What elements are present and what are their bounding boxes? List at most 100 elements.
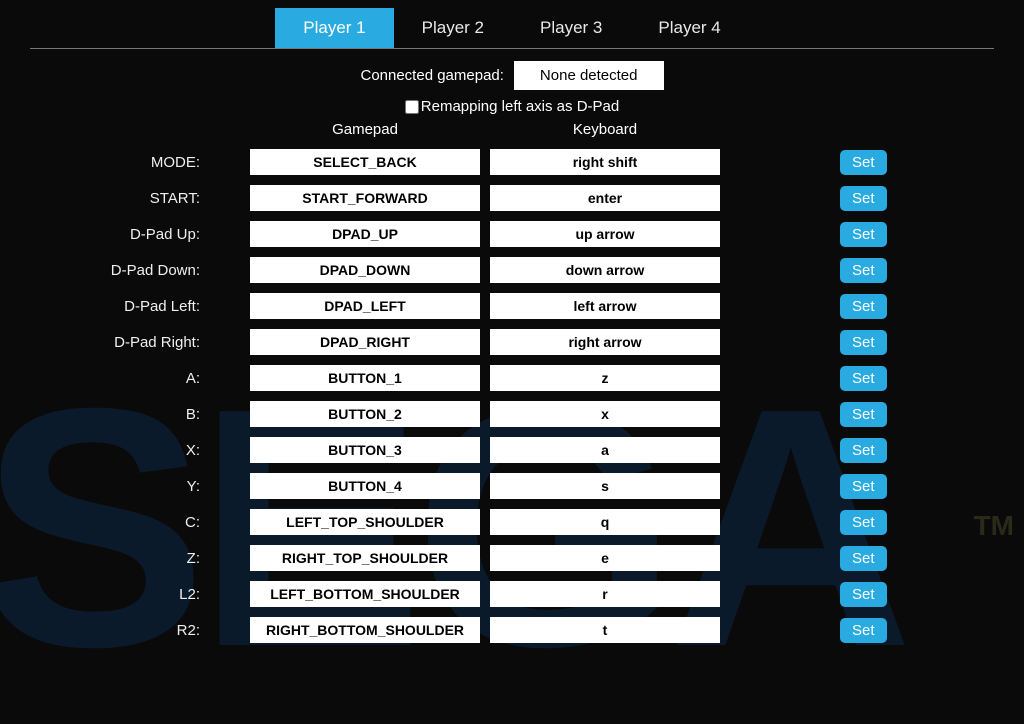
binding-keyboard-value[interactable]: r [490,581,720,607]
column-header-keyboard: Keyboard [490,121,720,138]
tab-player-4[interactable]: Player 4 [630,8,748,48]
binding-keyboard-value[interactable]: up arrow [490,221,720,247]
binding-gamepad-value[interactable]: START_FORWARD [250,185,480,211]
binding-gamepad-value[interactable]: RIGHT_BOTTOM_SHOULDER [250,617,480,643]
binding-label: START: [0,190,250,207]
bindings-header-row: Gamepad Keyboard [0,121,1024,138]
binding-set-cell: Set [720,438,1024,463]
binding-row: MODE:SELECT_BACK right shift Set [0,144,1024,180]
remap-axis-checkbox[interactable] [405,100,419,114]
binding-row: Z:RIGHT_TOP_SHOULDER e Set [0,540,1024,576]
binding-keyboard-value[interactable]: right shift [490,149,720,175]
tab-player-3[interactable]: Player 3 [512,8,630,48]
binding-set-cell: Set [720,186,1024,211]
binding-gamepad-value[interactable]: DPAD_DOWN [250,257,480,283]
connected-gamepad-label: Connected gamepad: [360,67,503,84]
connected-gamepad-value: None detected [514,61,664,90]
binding-gamepad-value[interactable]: DPAD_RIGHT [250,329,480,355]
binding-keyboard-value[interactable]: e [490,545,720,571]
binding-label: D-Pad Up: [0,226,250,243]
binding-label: B: [0,406,250,423]
binding-set-cell: Set [720,510,1024,535]
binding-gamepad-value[interactable]: BUTTON_3 [250,437,480,463]
binding-row: D-Pad Right:DPAD_RIGHT right arrow Set [0,324,1024,360]
binding-label: D-Pad Down: [0,262,250,279]
binding-keyboard-value[interactable]: x [490,401,720,427]
tab-player-1[interactable]: Player 1 [275,8,393,48]
set-button[interactable]: Set [840,546,887,571]
binding-set-cell: Set [720,546,1024,571]
binding-set-cell: Set [720,258,1024,283]
binding-row: D-Pad Up:DPAD_UP up arrow Set [0,216,1024,252]
binding-row: Y:BUTTON_4 s Set [0,468,1024,504]
binding-keyboard-value[interactable]: enter [490,185,720,211]
binding-set-cell: Set [720,582,1024,607]
binding-gamepad-value[interactable]: DPAD_UP [250,221,480,247]
set-button[interactable]: Set [840,366,887,391]
binding-keyboard-value[interactable]: down arrow [490,257,720,283]
binding-keyboard-value[interactable]: right arrow [490,329,720,355]
set-button[interactable]: Set [840,402,887,427]
binding-label: A: [0,370,250,387]
binding-set-cell: Set [720,474,1024,499]
player-tabs: Player 1Player 2Player 3Player 4 [0,0,1024,48]
binding-keyboard-value[interactable]: s [490,473,720,499]
set-button[interactable]: Set [840,330,887,355]
binding-set-cell: Set [720,150,1024,175]
connected-gamepad-row: Connected gamepad: None detected [0,61,1024,90]
set-button[interactable]: Set [840,618,887,643]
binding-label: R2: [0,622,250,639]
binding-gamepad-value[interactable]: LEFT_TOP_SHOULDER [250,509,480,535]
binding-row: R2:RIGHT_BOTTOM_SHOULDER t Set [0,612,1024,648]
binding-row: B:BUTTON_2 x Set [0,396,1024,432]
binding-keyboard-value[interactable]: t [490,617,720,643]
binding-keyboard-value[interactable]: left arrow [490,293,720,319]
binding-row: C:LEFT_TOP_SHOULDER q Set [0,504,1024,540]
binding-keyboard-value[interactable]: z [490,365,720,391]
binding-gamepad-value[interactable]: SELECT_BACK [250,149,480,175]
binding-set-cell: Set [720,330,1024,355]
binding-label: Z: [0,550,250,567]
binding-gamepad-value[interactable]: DPAD_LEFT [250,293,480,319]
binding-label: X: [0,442,250,459]
set-button[interactable]: Set [840,186,887,211]
column-header-gamepad: Gamepad [250,121,480,138]
binding-label: L2: [0,586,250,603]
binding-gamepad-value[interactable]: BUTTON_1 [250,365,480,391]
binding-gamepad-value[interactable]: BUTTON_2 [250,401,480,427]
binding-gamepad-value[interactable]: RIGHT_TOP_SHOULDER [250,545,480,571]
binding-label: MODE: [0,154,250,171]
binding-label: C: [0,514,250,531]
binding-set-cell: Set [720,294,1024,319]
set-button[interactable]: Set [840,582,887,607]
remap-axis-label: Remapping left axis as D-Pad [421,98,619,115]
set-button[interactable]: Set [840,510,887,535]
binding-row: D-Pad Down:DPAD_DOWN down arrow Set [0,252,1024,288]
binding-set-cell: Set [720,366,1024,391]
binding-label: Y: [0,478,250,495]
tabs-divider [30,48,994,49]
binding-set-cell: Set [720,222,1024,247]
set-button[interactable]: Set [840,438,887,463]
binding-keyboard-value[interactable]: q [490,509,720,535]
binding-set-cell: Set [720,618,1024,643]
tab-player-2[interactable]: Player 2 [394,8,512,48]
set-button[interactable]: Set [840,474,887,499]
binding-keyboard-value[interactable]: a [490,437,720,463]
set-button[interactable]: Set [840,258,887,283]
set-button[interactable]: Set [840,222,887,247]
set-button[interactable]: Set [840,150,887,175]
binding-row: START:START_FORWARD enter Set [0,180,1024,216]
remap-axis-row: Remapping left axis as D-Pad [0,98,1024,115]
bindings-list: MODE:SELECT_BACKright shiftSetSTART:STAR… [0,144,1024,648]
binding-row: L2:LEFT_BOTTOM_SHOULDER r Set [0,576,1024,612]
set-button[interactable]: Set [840,294,887,319]
binding-row: A:BUTTON_1 z Set [0,360,1024,396]
binding-set-cell: Set [720,402,1024,427]
binding-label: D-Pad Left: [0,298,250,315]
binding-gamepad-value[interactable]: LEFT_BOTTOM_SHOULDER [250,581,480,607]
binding-row: X:BUTTON_3 a Set [0,432,1024,468]
binding-row: D-Pad Left:DPAD_LEFT left arrow Set [0,288,1024,324]
binding-label: D-Pad Right: [0,334,250,351]
binding-gamepad-value[interactable]: BUTTON_4 [250,473,480,499]
